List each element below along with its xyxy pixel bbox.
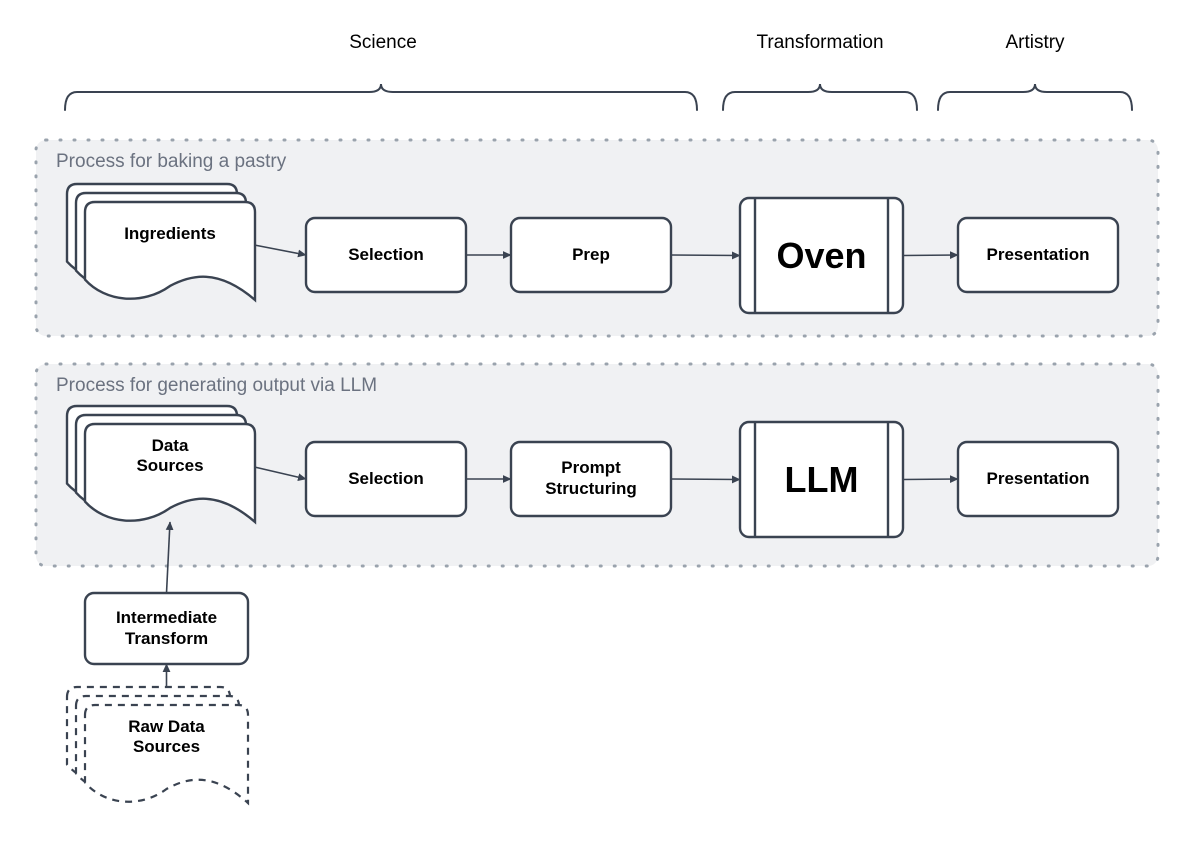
phase-label-artistry: Artistry xyxy=(1005,32,1065,53)
node-data-sources[interactable] xyxy=(65,404,257,525)
node-oven[interactable] xyxy=(738,196,905,315)
phase-label-science: Science xyxy=(349,32,417,53)
node-shape-intermediate-transform xyxy=(83,591,250,666)
node-shape-selection-pastry xyxy=(304,216,468,294)
node-shape-prompt-structuring xyxy=(509,440,673,518)
node-shape-presentation-llm xyxy=(956,440,1120,518)
node-shape-presentation-pastry xyxy=(956,216,1120,294)
group-title-llm: Process for generating output via LLM xyxy=(56,375,378,396)
phase-label-transformation: Transformation xyxy=(756,32,884,53)
node-shape-llm-engine xyxy=(738,420,905,539)
node-raw-data-sources[interactable] xyxy=(65,685,250,806)
node-presentation-pastry[interactable] xyxy=(956,216,1120,294)
diagram-canvas xyxy=(34,83,1160,806)
node-shape-raw-data-sources xyxy=(83,703,250,806)
node-selection-pastry[interactable] xyxy=(304,216,468,294)
phase-braces xyxy=(64,83,1133,111)
brace-transformation xyxy=(722,83,918,111)
nodes xyxy=(65,182,1120,806)
brace-science xyxy=(64,83,698,111)
node-prompt-structuring[interactable] xyxy=(509,440,673,518)
node-selection-llm[interactable] xyxy=(304,440,468,518)
node-shape-selection-llm xyxy=(304,440,468,518)
node-intermediate-transform[interactable] xyxy=(83,591,250,666)
brace-artistry xyxy=(937,83,1133,111)
node-shape-prep xyxy=(509,216,673,294)
node-presentation-llm[interactable] xyxy=(956,440,1120,518)
node-shape-oven xyxy=(738,196,905,315)
node-prep[interactable] xyxy=(509,216,673,294)
connector-llm-to-presentation xyxy=(902,475,959,483)
group-title-pastry: Process for baking a pastry xyxy=(56,151,287,172)
connector-prep-to-oven xyxy=(670,251,741,260)
connector-oven-to-presentation xyxy=(902,251,959,259)
connector-prompt-to-llm xyxy=(670,475,741,484)
node-llm-engine[interactable] xyxy=(738,420,905,539)
node-ingredients[interactable] xyxy=(65,182,257,303)
